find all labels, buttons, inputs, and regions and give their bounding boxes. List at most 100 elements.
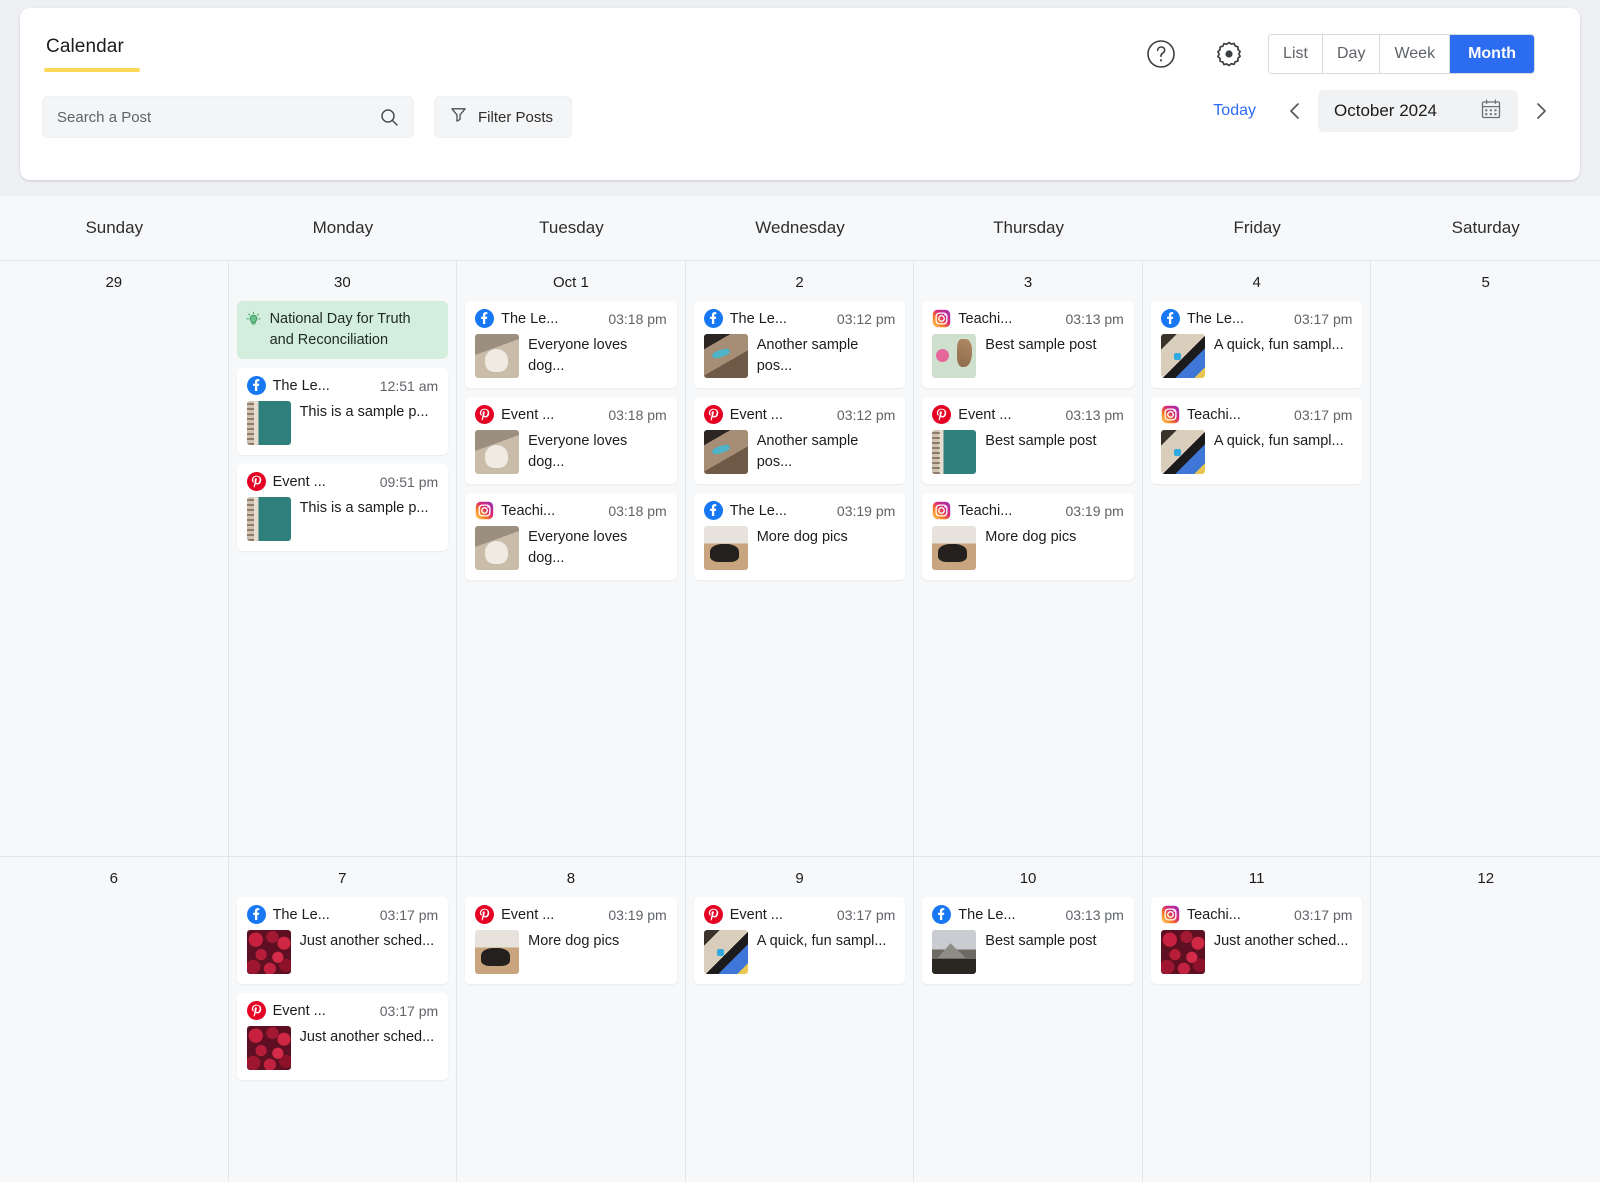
- post-body: This is a sample p...: [246, 401, 439, 446]
- post-card[interactable]: Event ... 03:19 pm More dog pics: [465, 897, 677, 984]
- post-card[interactable]: The Le... 03:17 pm Just another sched...: [236, 897, 449, 984]
- post-body: Best sample post: [932, 430, 1124, 474]
- post-header: Event ... 03:13 pm: [932, 405, 1124, 424]
- post-caption: Best sample post: [985, 933, 1097, 949]
- post-thumbnail[interactable]: [246, 497, 291, 542]
- today-button[interactable]: Today: [1213, 102, 1256, 120]
- post-card[interactable]: The Le... 12:51 am This is a sample p...: [236, 368, 449, 456]
- post-thumbnail[interactable]: [932, 930, 977, 974]
- post-card[interactable]: The Le... 03:12 pm Another sample pos...: [693, 301, 906, 388]
- post-thumbnail[interactable]: [246, 1026, 291, 1070]
- date-navigation: Today October 2024: [1213, 90, 1558, 132]
- post-header: Event ... 03:17 pm: [703, 905, 895, 924]
- post-header: The Le... 12:51 am: [246, 376, 438, 396]
- post-thumbnail[interactable]: [475, 430, 520, 474]
- post-thumbnail[interactable]: [475, 930, 520, 974]
- post-thumbnail[interactable]: [246, 930, 291, 974]
- post-time: 03:17 pm: [379, 906, 439, 923]
- post-thumbnail[interactable]: [703, 930, 748, 974]
- post-card[interactable]: Teachi... 03:13 pm Best sample post: [922, 301, 1134, 388]
- view-toggle-list[interactable]: List: [1269, 35, 1323, 73]
- search-post-box[interactable]: [42, 96, 414, 138]
- day-cell[interactable]: 9 Event ... 03:17 pm A quick, fun sampl.…: [685, 857, 915, 1182]
- post-thumbnail[interactable]: [932, 430, 977, 474]
- post-thumbnail[interactable]: [246, 401, 291, 446]
- facebook-icon: [1160, 309, 1180, 328]
- post-header: Event ... 09:51 pm: [246, 472, 438, 492]
- day-cell[interactable]: 4 The Le... 03:17 pm A quick, fun sampl.…: [1142, 261, 1372, 856]
- search-icon[interactable]: [379, 107, 399, 127]
- view-toggle-month[interactable]: Month: [1450, 35, 1535, 73]
- tab-calendar-label: Calendar: [46, 36, 124, 57]
- post-caption: More dog pics: [756, 529, 848, 545]
- view-toggle-day[interactable]: Day: [1323, 35, 1381, 73]
- post-card[interactable]: Event ... 03:13 pm Best sample post: [922, 397, 1134, 484]
- lightbulb-icon: [245, 309, 262, 328]
- post-time: 03:18 pm: [608, 502, 667, 519]
- post-header: Event ... 03:19 pm: [475, 905, 667, 924]
- gear-icon[interactable]: [1210, 35, 1248, 73]
- post-card[interactable]: Teachi... 03:17 pm Just another sched...: [1150, 897, 1363, 984]
- post-thumbnail[interactable]: [475, 526, 520, 570]
- month-picker[interactable]: October 2024: [1318, 90, 1518, 132]
- post-header: Event ... 03:12 pm: [703, 405, 895, 424]
- view-toggle[interactable]: List Day Week Month: [1268, 34, 1536, 74]
- post-thumbnail[interactable]: [1160, 334, 1205, 378]
- post-body: A quick, fun sampl...: [1160, 430, 1353, 474]
- post-thumbnail[interactable]: [1160, 930, 1205, 974]
- post-card[interactable]: Event ... 03:12 pm Another sample pos...: [693, 397, 906, 484]
- day-cell[interactable]: 3 Teachi... 03:13 pm Best sample post Ev…: [914, 261, 1143, 856]
- search-input[interactable]: [57, 108, 379, 126]
- view-toggle-week[interactable]: Week: [1380, 35, 1451, 73]
- post-card[interactable]: The Le... 03:19 pm More dog pics: [693, 493, 906, 580]
- post-card[interactable]: Event ... 03:17 pm A quick, fun sampl...: [693, 897, 906, 984]
- post-card[interactable]: Event ... 09:51 pm This is a sample p...: [236, 464, 449, 552]
- calendar-icon[interactable]: [1480, 98, 1502, 125]
- day-cell[interactable]: 2 The Le... 03:12 pm Another sample pos.…: [685, 261, 915, 856]
- post-card[interactable]: The Le... 03:18 pm Everyone loves dog...: [465, 301, 677, 388]
- tab-calendar[interactable]: Calendar: [42, 36, 140, 72]
- post-card[interactable]: Teachi... 03:19 pm More dog pics: [922, 493, 1134, 580]
- post-thumbnail[interactable]: [703, 430, 748, 474]
- day-cell[interactable]: 5: [1371, 261, 1600, 856]
- day-cell[interactable]: 30 National Day for Truth and Reconcilia…: [228, 261, 458, 856]
- post-time: 03:18 pm: [608, 310, 667, 327]
- help-icon[interactable]: [1142, 35, 1180, 73]
- post-header: The Le... 03:17 pm: [1160, 309, 1352, 328]
- post-card[interactable]: Event ... 03:18 pm Everyone loves dog...: [465, 397, 677, 484]
- post-card[interactable]: Event ... 03:17 pm Just another sched...: [236, 993, 449, 1080]
- day-cell[interactable]: 6: [0, 857, 229, 1182]
- pinterest-icon: [475, 905, 495, 924]
- weekday-header: Sunday Monday Tuesday Wednesday Thursday…: [0, 196, 1600, 260]
- day-cell[interactable]: 11 Teachi... 03:17 pm Just another sched…: [1142, 857, 1372, 1182]
- post-card[interactable]: The Le... 03:17 pm A quick, fun sampl...: [1150, 301, 1363, 388]
- chevron-left-icon[interactable]: [1278, 94, 1312, 128]
- filter-icon: [450, 106, 467, 128]
- post-card[interactable]: Teachi... 03:18 pm Everyone loves dog...: [465, 493, 677, 580]
- post-thumbnail[interactable]: [703, 334, 748, 378]
- post-time: 03:13 pm: [1065, 310, 1124, 327]
- day-cell[interactable]: 7 The Le... 03:17 pm Just another sched.…: [228, 857, 458, 1182]
- post-card[interactable]: The Le... 03:13 pm Best sample post: [922, 897, 1134, 984]
- facebook-icon: [475, 309, 495, 328]
- post-body: More dog pics: [932, 526, 1124, 570]
- post-thumbnail[interactable]: [932, 526, 977, 570]
- post-thumbnail[interactable]: [1160, 430, 1205, 474]
- holiday-chip[interactable]: National Day for Truth and Reconciliatio…: [236, 301, 449, 360]
- post-thumbnail[interactable]: [475, 334, 520, 378]
- day-cell[interactable]: 10 The Le... 03:13 pm Best sample post: [914, 857, 1143, 1182]
- post-thumbnail[interactable]: [703, 526, 748, 570]
- post-account-name: Teachi...: [958, 502, 1013, 519]
- post-account-name: Event ...: [272, 473, 326, 490]
- day-cell[interactable]: 29: [0, 261, 229, 856]
- post-card[interactable]: Teachi... 03:17 pm A quick, fun sampl...: [1150, 397, 1363, 484]
- day-cell[interactable]: Oct 1 The Le... 03:18 pm Everyone loves …: [457, 261, 686, 856]
- holiday-label: National Day for Truth and Reconciliatio…: [269, 311, 411, 348]
- filter-posts-button[interactable]: Filter Posts: [434, 96, 573, 138]
- post-thumbnail[interactable]: [932, 334, 977, 378]
- post-header: The Le... 03:12 pm: [703, 309, 895, 328]
- day-cell[interactable]: 12: [1371, 857, 1600, 1182]
- day-cell[interactable]: 8 Event ... 03:19 pm More dog pics: [457, 857, 686, 1182]
- chevron-right-icon[interactable]: [1524, 94, 1558, 128]
- day-number: 7: [338, 870, 347, 887]
